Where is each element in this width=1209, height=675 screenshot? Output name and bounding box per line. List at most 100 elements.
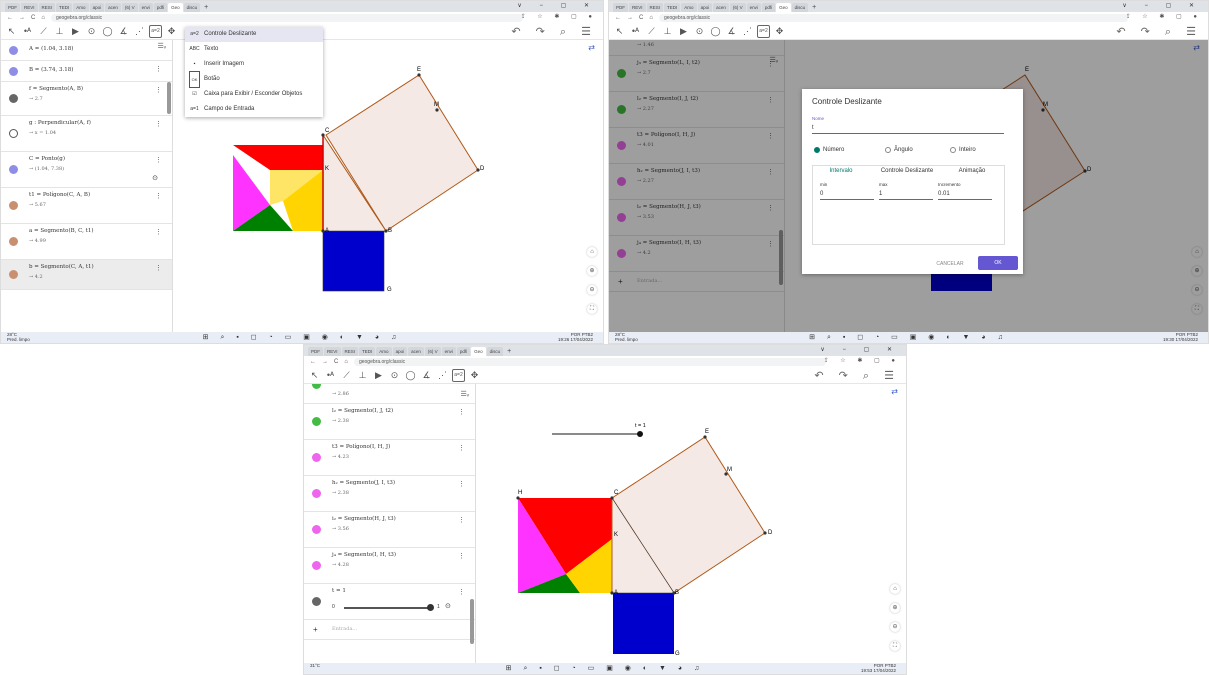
visibility-dot[interactable] bbox=[312, 561, 321, 570]
browser-tab[interactable]: TEDI bbox=[359, 347, 376, 356]
ellipse-icon[interactable]: ◯ bbox=[709, 25, 722, 38]
undo-redo-search-menu[interactable]: ↶ ↷ ⌕ ☰ bbox=[814, 369, 900, 383]
browser-tab[interactable]: (6) V bbox=[121, 3, 138, 12]
ellipse-icon[interactable]: ◯ bbox=[101, 25, 114, 38]
algebra-row[interactable]: j₄ = Segmento(I, H, t3) → 4.28 ⋮ bbox=[304, 548, 475, 584]
browser-action-icons[interactable]: ⇪ ☆ ✱ ▢ ● bbox=[1126, 12, 1202, 23]
browser-tab[interactable]: apoi bbox=[392, 347, 408, 356]
visibility-dot[interactable] bbox=[312, 489, 321, 498]
algebra-row[interactable]: t1 = Polígono(C, A, B) → 5.67 ⋮ bbox=[1, 188, 172, 224]
point-icon[interactable]: •ᴬ bbox=[629, 25, 642, 38]
more-icon[interactable]: ⋮ bbox=[458, 408, 465, 416]
algebra-row[interactable]: l₂ = Segmento(I, J, t2) → 2.38 ⋮ bbox=[304, 404, 475, 440]
graphics-slider-thumb[interactable] bbox=[637, 431, 643, 437]
browser-tab[interactable]: acen bbox=[408, 347, 424, 356]
browser-tab[interactable]: PDF bbox=[5, 3, 20, 12]
visibility-dot[interactable] bbox=[312, 417, 321, 426]
window-controls[interactable]: ∨ − ▢ ✕ bbox=[1122, 2, 1202, 9]
algebra-row[interactable]: t3 = Polígono(I, H, J) → 4.23 ⋮ bbox=[304, 440, 475, 476]
browser-tab[interactable]: Amo bbox=[376, 347, 392, 356]
menu-item-text[interactable]: ABC Texto bbox=[185, 42, 323, 57]
home-icon[interactable]: ⌂ bbox=[41, 15, 45, 21]
point-marker[interactable] bbox=[321, 133, 325, 137]
input-row[interactable]: + Entrada... bbox=[304, 620, 475, 640]
taskbar-apps[interactable]: ⊞ ⌕ ▪ ◻ ◔ ▭ ▣ ◉ ◐ ▼ ◕ ♫ bbox=[1, 333, 603, 342]
min-field[interactable]: 0 bbox=[820, 191, 874, 200]
visibility-dot[interactable] bbox=[312, 597, 321, 606]
browser-tab[interactable]: envi bbox=[138, 3, 153, 12]
reflect-icon[interactable]: ⋰ bbox=[741, 25, 754, 38]
reload-icon[interactable]: C bbox=[334, 359, 338, 365]
more-icon[interactable]: ⋮ bbox=[458, 444, 465, 452]
visibility-dot[interactable] bbox=[9, 46, 18, 55]
polygon-icon[interactable]: ▶ bbox=[677, 25, 690, 38]
browser-tab[interactable]: RESI bbox=[38, 3, 56, 12]
point-marker[interactable] bbox=[321, 229, 325, 233]
reflect-icon[interactable]: ⋰ bbox=[436, 369, 449, 382]
menu-item-slider[interactable]: a=2 Controle Deslizante bbox=[185, 27, 323, 42]
undo-redo-search-menu[interactable]: ↶ ↷ ⌕ ☰ bbox=[511, 25, 597, 39]
visibility-dot[interactable] bbox=[312, 525, 321, 534]
perpendicular-icon[interactable]: ⊥ bbox=[661, 25, 674, 38]
point-icon[interactable]: •ᴬ bbox=[324, 369, 337, 382]
browser-tab[interactable]: (6) V bbox=[424, 347, 441, 356]
move-icon[interactable]: ↖ bbox=[613, 25, 626, 38]
circle-icon[interactable]: ⊙ bbox=[693, 25, 706, 38]
point-marker[interactable] bbox=[516, 496, 520, 500]
more-icon[interactable]: ⋮ bbox=[458, 480, 465, 488]
pan-icon[interactable]: ✥ bbox=[773, 25, 786, 38]
point-marker[interactable] bbox=[384, 229, 388, 233]
browser-tab[interactable]: envi bbox=[746, 3, 761, 12]
more-icon[interactable]: ⋮ bbox=[458, 588, 465, 596]
visibility-dot[interactable] bbox=[9, 94, 18, 103]
algebra-row[interactable]: C = Ponto(g) → (1.04, 7.38) ⋮ ⊙ bbox=[1, 152, 172, 188]
more-icon[interactable]: ⋮ bbox=[155, 156, 162, 164]
angle-icon[interactable]: ∡ bbox=[117, 25, 130, 38]
more-icon[interactable]: ⋮ bbox=[155, 65, 162, 73]
more-icon[interactable]: ⋮ bbox=[155, 120, 162, 128]
line-icon[interactable]: ⟋ bbox=[645, 25, 658, 38]
browser-tab[interactable]: PDF bbox=[308, 347, 323, 356]
algebra-row[interactable]: → 2.86 bbox=[304, 384, 475, 404]
window-controls[interactable]: ∨ − ▢ ✕ bbox=[517, 2, 597, 9]
zoom-out-icon[interactable]: ⊖ bbox=[587, 285, 597, 295]
zoom-out-icon[interactable]: ⊖ bbox=[890, 622, 900, 632]
visibility-dot[interactable] bbox=[9, 67, 18, 76]
browser-action-icons[interactable]: ⇪ ☆ ✱ ▢ ● bbox=[824, 356, 900, 367]
name-field[interactable]: t bbox=[812, 125, 1004, 134]
point-marker[interactable] bbox=[703, 435, 707, 439]
point-marker[interactable] bbox=[724, 472, 728, 476]
visibility-dot[interactable] bbox=[9, 201, 18, 210]
back-icon[interactable]: ← bbox=[615, 15, 621, 21]
tab-slider[interactable]: Controle Deslizante bbox=[872, 168, 942, 174]
home-view-icon[interactable]: ⌂ bbox=[587, 247, 597, 257]
circle-icon[interactable]: ⊙ bbox=[85, 25, 98, 38]
new-tab-button[interactable]: + bbox=[201, 3, 211, 12]
browser-tab[interactable]: Amo bbox=[73, 3, 89, 12]
fullscreen-icon[interactable]: ⛶ bbox=[587, 304, 597, 314]
more-icon[interactable]: ⋮ bbox=[458, 516, 465, 524]
algebra-row[interactable]: f = Segmento(A, B) → 2.7 ⋮ bbox=[1, 82, 172, 116]
tab-interval[interactable]: Intervalo bbox=[812, 168, 870, 174]
radio-integer[interactable]: Inteiro bbox=[950, 147, 976, 153]
url-field[interactable]: geogebra.org/classic bbox=[50, 13, 523, 22]
slider-control[interactable]: 0 1 ⊙ bbox=[332, 603, 454, 612]
browser-tab[interactable]: pdfi bbox=[153, 3, 168, 12]
point-marker[interactable] bbox=[610, 496, 614, 500]
browser-tab[interactable]: TEDI bbox=[56, 3, 73, 12]
browser-tab[interactable]: envi bbox=[441, 347, 456, 356]
algebra-row[interactable]: b = Segmento(C, A, t1) → 4.2 ⋮ bbox=[1, 260, 172, 290]
visibility-dot[interactable] bbox=[9, 129, 18, 138]
point-marker[interactable] bbox=[672, 591, 676, 595]
new-tab-button[interactable]: + bbox=[504, 347, 514, 356]
more-icon[interactable]: ⋮ bbox=[155, 192, 162, 200]
more-icon[interactable]: ⋮ bbox=[155, 264, 162, 272]
visibility-dot[interactable] bbox=[312, 384, 321, 389]
increment-field[interactable]: 0.01 bbox=[938, 191, 992, 200]
polygon-icon[interactable]: ▶ bbox=[372, 369, 385, 382]
zoom-in-icon[interactable]: ⊕ bbox=[587, 266, 597, 276]
taskbar-apps[interactable]: ⊞ ⌕ ▪ ◻ ◔ ▭ ▣ ◉ ◐ ▼ ◕ ♫ bbox=[609, 333, 1208, 342]
browser-tab[interactable]: apoi bbox=[89, 3, 105, 12]
algebra-scrollbar[interactable] bbox=[167, 82, 171, 114]
construction-canvas[interactable]: t = 1 E M H C D K A B G bbox=[476, 384, 907, 665]
